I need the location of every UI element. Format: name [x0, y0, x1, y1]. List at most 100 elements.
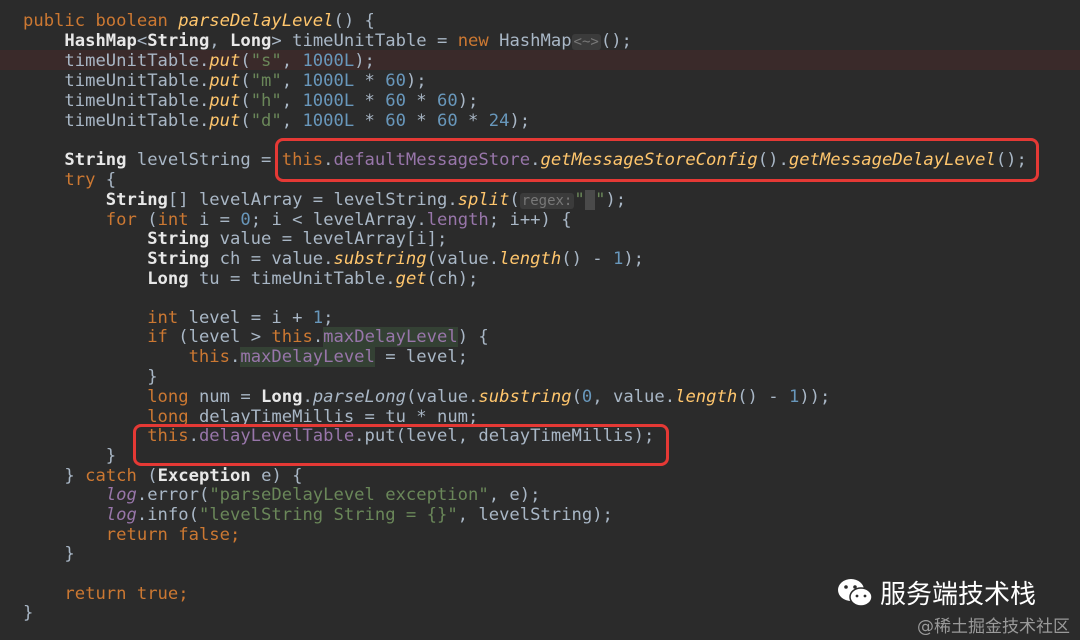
- code-line-16[interactable]: int level = i + 1;: [23, 308, 333, 328]
- code-line-13[interactable]: String ch = value.substring(value.length…: [23, 249, 644, 269]
- token: level: [188, 308, 241, 328]
- token: length: [675, 387, 738, 407]
- token: ): [540, 210, 551, 230]
- code-line-25[interactable]: log.error("parseDelayLevel exception", e…: [23, 485, 541, 505]
- token: tu: [198, 269, 220, 289]
- code-line-24[interactable]: } catch (Exception e) {: [23, 466, 302, 486]
- token: ,: [281, 51, 303, 71]
- token: 1: [312, 308, 324, 328]
- token: (: [240, 71, 251, 91]
- token: }: [147, 367, 158, 387]
- token: ,: [281, 91, 303, 111]
- token: "d": [250, 111, 282, 131]
- token: 1000L: [302, 51, 355, 71]
- token: level: [405, 347, 458, 367]
- code-line-14[interactable]: Long tu = timeUnitTable.get(ch);: [23, 269, 478, 289]
- code-line-9[interactable]: try {: [23, 170, 116, 190]
- token: log: [105, 485, 137, 505]
- code-line-27[interactable]: return false;: [23, 525, 241, 545]
- token: String: [147, 229, 210, 249]
- token: ): [799, 387, 810, 407]
- token: levelString: [136, 150, 251, 170]
- token: }: [64, 466, 75, 486]
- token: ,: [457, 505, 479, 525]
- highlight-box-delay-level-config: [275, 138, 1039, 182]
- code-editor[interactable]: public boolean parseDelayLevel() { HashM…: [0, 0, 1080, 640]
- token: >: [271, 31, 282, 51]
- token: this: [188, 347, 230, 367]
- token: Exception: [157, 466, 251, 486]
- token: (: [147, 210, 158, 230]
- code-line-31[interactable]: }: [23, 603, 33, 623]
- highlight-box-delay-level-table: [133, 424, 669, 466]
- code-line-6[interactable]: timeUnitTable.put("d", 1000L * 60 * 60 *…: [23, 111, 530, 131]
- token: value: [416, 387, 469, 407]
- token: (: [571, 387, 582, 407]
- code-line-11[interactable]: for (int i = 0; i < levelArray.length; i…: [23, 210, 572, 230]
- code-line-30[interactable]: return true;: [23, 584, 188, 604]
- token: );: [457, 269, 479, 289]
- code-line-23[interactable]: }: [23, 446, 116, 466]
- token: substring: [333, 249, 427, 269]
- token: ): [747, 387, 758, 407]
- code-line-20[interactable]: long num = Long.parseLong(value.substrin…: [23, 387, 830, 407]
- token: 60: [385, 71, 406, 91]
- token: *: [405, 111, 437, 131]
- code-line-28[interactable]: }: [23, 544, 74, 564]
- token: int: [157, 210, 189, 230]
- token: .: [488, 249, 500, 269]
- token: (: [147, 466, 158, 486]
- code-line-26[interactable]: log.info("levelString String = {}", leve…: [23, 505, 613, 525]
- token: ): [271, 466, 282, 486]
- token: long: [147, 387, 189, 407]
- token: +: [281, 308, 313, 328]
- token: new: [457, 31, 489, 51]
- token: ): [571, 249, 582, 269]
- code-line-19[interactable]: }: [23, 367, 158, 387]
- token: true: [136, 584, 179, 604]
- token: i++: [509, 210, 541, 230]
- code-line-18[interactable]: this.maxDelayLevel = level;: [23, 347, 468, 367]
- token: length: [426, 210, 489, 230]
- usage-highlight: maxDelayLevel: [240, 347, 375, 367]
- token: 1: [788, 387, 800, 407]
- token: );: [623, 249, 645, 269]
- code-line-3[interactable]: timeUnitTable.put("s", 1000L);: [23, 51, 375, 71]
- token: 60: [385, 111, 406, 131]
- token: {: [550, 210, 572, 230]
- token: this: [271, 327, 313, 347]
- code-line-4[interactable]: timeUnitTable.put("m", 1000L * 60);: [23, 71, 426, 91]
- code-line-12[interactable]: String value = levelArray[i];: [23, 229, 447, 249]
- token: [i];: [405, 229, 448, 249]
- token: num: [198, 387, 230, 407]
- token: 1000L: [302, 91, 355, 111]
- token: public: [23, 11, 86, 31]
- token: ): [457, 327, 469, 347]
- token: .: [385, 269, 396, 289]
- code-line-10[interactable]: String[] levelArray = levelString.split(…: [23, 190, 626, 210]
- token: Long: [261, 387, 303, 407]
- token: put: [209, 91, 241, 111]
- token: e: [261, 466, 272, 486]
- token: ;: [230, 525, 241, 545]
- token: return: [105, 525, 168, 545]
- token: =: [271, 229, 303, 249]
- code-line-2[interactable]: HashMap<String, Long> timeUnitTable = ne…: [23, 31, 631, 51]
- code-line-5[interactable]: timeUnitTable.put("h", 1000L * 60 * 60);: [23, 91, 478, 111]
- token: (: [405, 387, 417, 407]
- token: (: [240, 91, 251, 111]
- token: false: [178, 525, 230, 545]
- token: timeUnitTable: [250, 269, 386, 289]
- token: }: [105, 446, 117, 466]
- token: <: [136, 31, 148, 51]
- token: levelString: [478, 505, 593, 525]
- token: boolean: [95, 11, 168, 31]
- code-line-17[interactable]: if (level > this.maxDelayLevel) {: [23, 327, 489, 347]
- token: 60: [437, 111, 458, 131]
- token: (: [561, 249, 572, 269]
- usage-highlight: maxDelayLevel: [323, 327, 458, 347]
- diamond-fold[interactable]: <~>: [571, 34, 601, 50]
- code-line-1[interactable]: public boolean parseDelayLevel() {: [23, 11, 375, 31]
- token: Long: [147, 269, 189, 289]
- token: );: [592, 505, 613, 525]
